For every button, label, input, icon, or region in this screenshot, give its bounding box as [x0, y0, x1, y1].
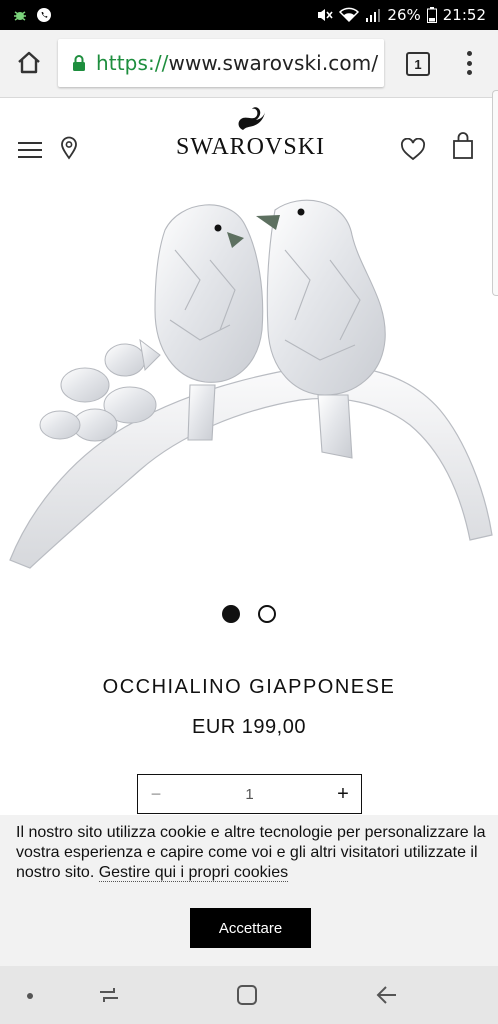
decrease-quantity-button[interactable]: −	[138, 784, 174, 805]
url-host: www.swarovski.com/	[168, 51, 379, 75]
status-bar: 26% 21:52	[0, 0, 498, 30]
product-name: OCCHIALINO GIAPPONESE	[102, 676, 396, 698]
quantity-stepper: − 1 +	[137, 774, 362, 814]
battery-icon	[426, 7, 437, 23]
brand-logo[interactable]: SWAROVSKI	[176, 106, 324, 170]
more-vert-icon[interactable]	[462, 48, 476, 78]
browser-toolbar: https://www.swarovski.com/ 1	[0, 30, 498, 98]
accept-cookies-button[interactable]: Accettare	[190, 908, 311, 948]
status-left	[12, 7, 52, 23]
android-nav-bar	[0, 966, 498, 1024]
lock-icon	[73, 55, 85, 71]
url-scheme: https://	[96, 51, 169, 75]
site-header: SWAROVSKI	[0, 98, 498, 190]
home-icon[interactable]	[14, 48, 44, 78]
recent-apps-icon[interactable]	[96, 982, 122, 1008]
cookie-message: Il nostro sito utilizza cookie e altre t…	[16, 823, 488, 883]
carousel-dot-2[interactable]	[258, 605, 276, 623]
manage-cookies-link[interactable]: Gestire qui i propri cookies	[98, 864, 289, 882]
back-icon[interactable]	[374, 982, 400, 1008]
bug-icon	[14, 11, 26, 21]
swan-logo-icon	[238, 107, 265, 130]
hamburger-icon[interactable]	[18, 142, 42, 158]
shopping-bag-icon[interactable]	[452, 132, 474, 160]
heart-icon[interactable]	[400, 138, 426, 162]
signal-icon	[366, 9, 381, 22]
location-pin-icon[interactable]	[60, 136, 78, 160]
carousel-dot-1[interactable]	[222, 605, 240, 623]
whatsapp-icon	[37, 8, 51, 22]
tabs-icon[interactable]: 1	[406, 52, 430, 76]
status-right: 26% 21:52	[315, 6, 486, 24]
product-image[interactable]	[0, 190, 498, 590]
url-text: https://www.swarovski.com/	[96, 51, 378, 75]
nav-indicator-dot	[27, 993, 33, 999]
brand-name: SWAROVSKI	[176, 134, 326, 160]
url-bar[interactable]: https://www.swarovski.com/	[58, 39, 384, 87]
product-price: EUR 199,00	[192, 716, 306, 738]
wifi-icon	[339, 7, 360, 23]
increase-quantity-button[interactable]: +	[325, 783, 361, 806]
page: 26% 21:52 https://www.swarovski.com/ 1 S…	[0, 0, 498, 1024]
android-home-icon[interactable]	[236, 984, 258, 1006]
mute-icon	[318, 9, 334, 21]
carousel-dots	[222, 605, 276, 623]
clock: 21:52	[442, 6, 486, 24]
crystal-bird-right	[256, 199, 386, 459]
battery-percent: 26%	[387, 6, 421, 24]
quantity-value[interactable]: 1	[174, 786, 325, 803]
cookie-banner: Il nostro sito utilizza cookie e altre t…	[0, 815, 498, 966]
